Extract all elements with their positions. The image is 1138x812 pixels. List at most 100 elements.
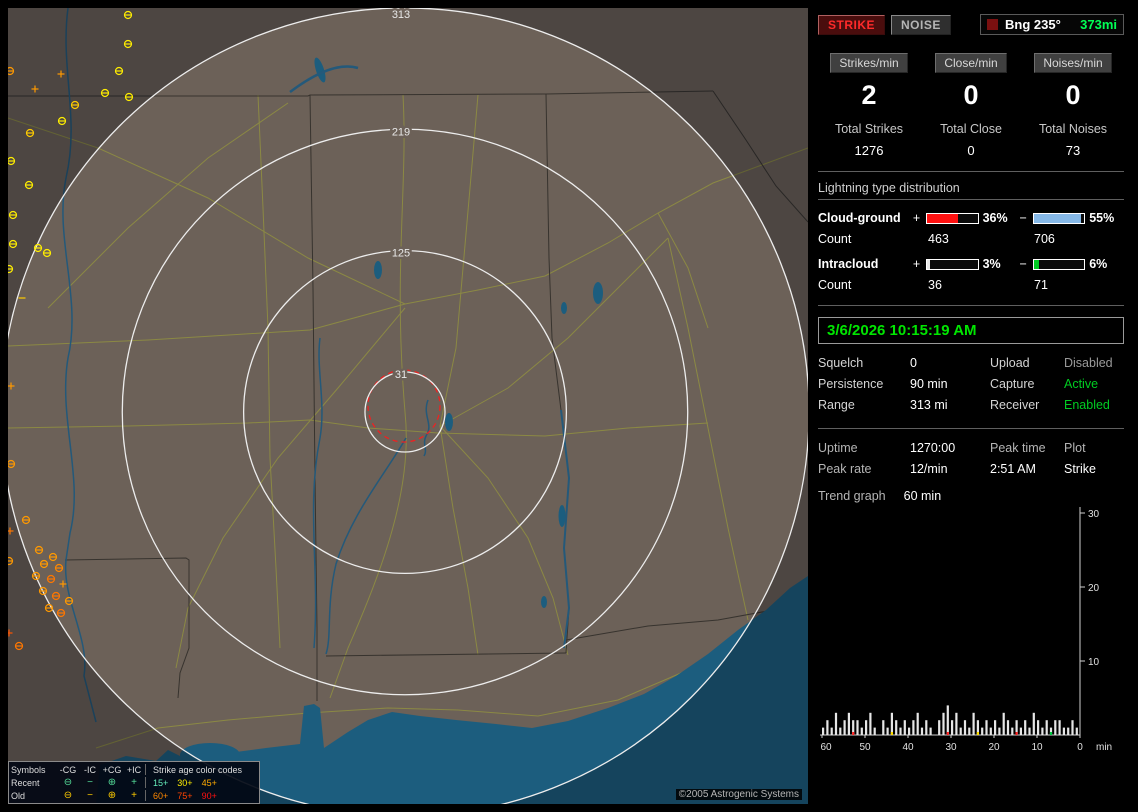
trend-bar (1071, 720, 1073, 735)
range-value: 313 mi (910, 398, 990, 412)
divider (818, 305, 1124, 306)
trend-bar (951, 720, 953, 735)
ring-label: 125 (392, 248, 410, 260)
count-label: Count (818, 232, 914, 246)
noise-button[interactable]: NOISE (891, 15, 951, 35)
dist-row-cloud-ground: Cloud-ground + 36% − 55% (818, 211, 1124, 225)
bearing-value: Bng 235° (1005, 17, 1061, 32)
trend-bar (925, 720, 927, 735)
trend-bar (917, 713, 919, 735)
trend-bar (947, 705, 949, 735)
trend-bar (981, 728, 983, 735)
trend-bar (891, 713, 893, 735)
trend-strike-mark (947, 732, 949, 735)
squelch-label: Squelch (818, 356, 910, 370)
trend-bar (899, 728, 901, 735)
control-panel: STRIKE NOISE Bng 235° 373mi Strikes/min … (812, 8, 1130, 804)
trend-bar (1024, 720, 1026, 735)
cg-negative-pct: 55% (1089, 211, 1124, 225)
trend-bar (990, 728, 992, 735)
upload-status: Disabled (1064, 356, 1124, 370)
trend-bar (994, 720, 996, 735)
map-area: 31125219313 Symbols -CG -IC +CG +IC Stri… (8, 8, 808, 804)
trend-bar (964, 720, 966, 735)
legend-age-header: Strike age color codes (145, 764, 257, 775)
trend-bar (938, 720, 940, 735)
bearing-distance: 373mi (1080, 17, 1117, 32)
status-row-persistence: Persistence 90 min Capture Active (818, 373, 1124, 394)
trend-bar (1063, 728, 1065, 735)
upload-label: Upload (990, 356, 1064, 370)
bearing-readout: Bng 235° 373mi (980, 14, 1124, 35)
counter-strikes: Strikes/min 2 Total Strikes 1276 (818, 53, 920, 158)
trend-strike-mark (1016, 732, 1018, 735)
ring-label: 313 (392, 9, 410, 21)
status-row-squelch: Squelch 0 Upload Disabled (818, 352, 1124, 373)
cg-count-row: Count 463 706 (818, 232, 1124, 246)
trend-bar (1041, 728, 1043, 735)
total-close-value: 0 (920, 143, 1022, 158)
trend-bar (1033, 713, 1035, 735)
distribution-title: Lightning type distribution (818, 181, 1124, 200)
trend-bar (985, 720, 987, 735)
status-row-range: Range 313 mi Receiver Enabled (818, 394, 1124, 415)
strikes-per-min-value: 2 (818, 80, 920, 111)
pos-ic-icon: + (123, 791, 145, 801)
age-45: 45+ (202, 778, 217, 788)
trend-bar (869, 713, 871, 735)
age-15: 15+ (153, 778, 168, 788)
trend-x-tick: 60 (820, 742, 832, 753)
trend-bar (861, 728, 863, 735)
trend-bar (912, 720, 914, 735)
ic-negative-bar (1033, 259, 1085, 270)
total-strikes-value: 1276 (818, 143, 920, 158)
trend-bar (1011, 728, 1013, 735)
session-stats: Uptime 1270:00 Peak time Plot Peak rate … (818, 437, 1124, 479)
trend-bar (921, 728, 923, 735)
trend-bar (844, 720, 846, 735)
trend-bar (887, 728, 889, 735)
trend-bar (1054, 720, 1056, 735)
trend-strike-mark (891, 732, 893, 735)
strike-button[interactable]: STRIKE (818, 15, 885, 35)
clock-box: 3/6/2026 10:15:19 AM (818, 317, 1124, 344)
age-60: 60+ (153, 791, 168, 801)
peak-rate-label: Peak rate (818, 462, 910, 476)
noises-per-min-label: Noises/min (1034, 53, 1111, 73)
trend-x-tick: 40 (902, 742, 914, 753)
legend-col-pos-ic: +IC (123, 765, 145, 775)
trend-x-tick: 20 (988, 742, 1000, 753)
trend-bar (856, 720, 858, 735)
trend-header: Trend graph 60 min (818, 489, 1124, 503)
uptime-label: Uptime (818, 441, 910, 455)
trend-bar (960, 728, 962, 735)
ic-positive-bar (926, 259, 978, 270)
age-90: 90+ (202, 791, 217, 801)
trend-strike-mark (977, 732, 979, 735)
neg-ic-icon: − (79, 791, 101, 801)
capture-status: Active (1064, 377, 1124, 391)
trend-strike-mark (852, 732, 854, 735)
lightning-tracker-app: 31125219313 Symbols -CG -IC +CG +IC Stri… (0, 0, 1138, 812)
peak-rate-value: 12/min (910, 462, 990, 476)
neg-ic-icon: − (79, 778, 101, 788)
plot-value: Strike (1064, 462, 1124, 476)
ic-negative-count: 71 (1026, 278, 1048, 292)
map-canvas[interactable]: 31125219313 (8, 8, 808, 804)
trend-graph-label: Trend graph (818, 489, 886, 503)
top-button-row: STRIKE NOISE Bng 235° 373mi (818, 14, 1124, 35)
trend-bar (822, 728, 824, 735)
map-legend: Symbols -CG -IC +CG +IC Strike age color… (8, 761, 260, 804)
rate-counters: Strikes/min 2 Total Strikes 1276 Close/m… (818, 53, 1124, 158)
trend-y-tick: 30 (1088, 509, 1100, 520)
trend-bar (904, 720, 906, 735)
ic-positive-pct: 3% (983, 257, 1018, 271)
trend-x-tick: 10 (1031, 742, 1043, 753)
total-noises-label: Total Noises (1022, 122, 1124, 136)
divider (818, 428, 1124, 429)
trend-bar (848, 713, 850, 735)
trend-bar (1046, 720, 1048, 735)
receiver-label: Receiver (990, 398, 1064, 412)
uptime-value: 1270:00 (910, 441, 990, 455)
count-label: Count (818, 278, 914, 292)
